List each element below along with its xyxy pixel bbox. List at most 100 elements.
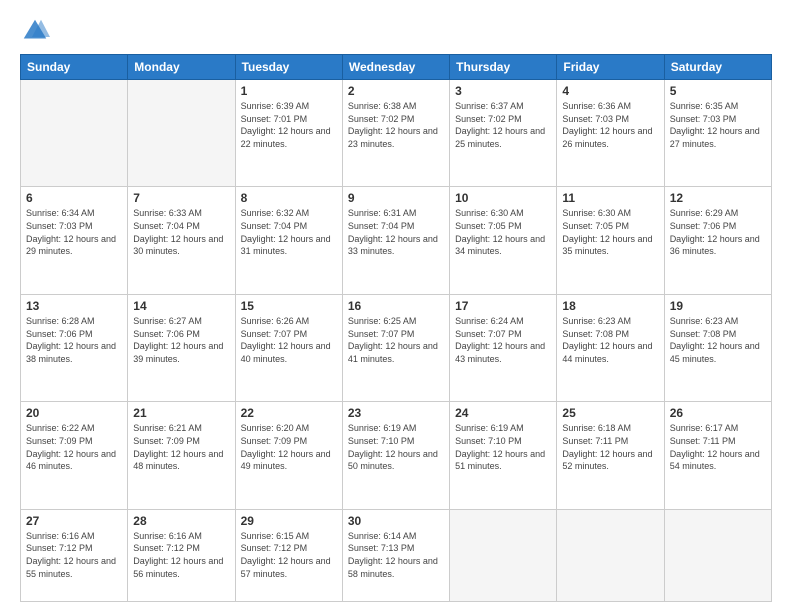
day-info: Sunrise: 6:16 AM Sunset: 7:12 PM Dayligh… [26, 530, 122, 580]
day-number: 6 [26, 191, 122, 205]
sunset-label: Sunset: 7:10 PM [348, 436, 415, 446]
sunrise-label: Sunrise: 6:24 AM [455, 316, 524, 326]
sunset-label: Sunset: 7:06 PM [670, 221, 737, 231]
day-number: 26 [670, 406, 766, 420]
day-number: 11 [562, 191, 658, 205]
sunset-label: Sunset: 7:08 PM [670, 329, 737, 339]
calendar-cell: 24 Sunrise: 6:19 AM Sunset: 7:10 PM Dayl… [450, 402, 557, 509]
daylight-label: Daylight: 12 hours and 23 minutes. [348, 126, 438, 149]
calendar-header-saturday: Saturday [664, 55, 771, 80]
daylight-label: Daylight: 12 hours and 46 minutes. [26, 449, 116, 472]
sunrise-label: Sunrise: 6:19 AM [348, 423, 417, 433]
daylight-label: Daylight: 12 hours and 50 minutes. [348, 449, 438, 472]
logo-icon [20, 16, 50, 46]
calendar-cell: 19 Sunrise: 6:23 AM Sunset: 7:08 PM Dayl… [664, 294, 771, 401]
calendar-cell: 17 Sunrise: 6:24 AM Sunset: 7:07 PM Dayl… [450, 294, 557, 401]
sunset-label: Sunset: 7:04 PM [133, 221, 200, 231]
logo [20, 16, 54, 46]
day-number: 14 [133, 299, 229, 313]
daylight-label: Daylight: 12 hours and 54 minutes. [670, 449, 760, 472]
sunrise-label: Sunrise: 6:36 AM [562, 101, 631, 111]
day-number: 13 [26, 299, 122, 313]
daylight-label: Daylight: 12 hours and 38 minutes. [26, 341, 116, 364]
day-info: Sunrise: 6:37 AM Sunset: 7:02 PM Dayligh… [455, 100, 551, 150]
sunrise-label: Sunrise: 6:35 AM [670, 101, 739, 111]
calendar-cell: 30 Sunrise: 6:14 AM Sunset: 7:13 PM Dayl… [342, 509, 449, 601]
day-number: 1 [241, 84, 337, 98]
daylight-label: Daylight: 12 hours and 30 minutes. [133, 234, 223, 257]
daylight-label: Daylight: 12 hours and 36 minutes. [670, 234, 760, 257]
day-number: 22 [241, 406, 337, 420]
daylight-label: Daylight: 12 hours and 57 minutes. [241, 556, 331, 579]
sunset-label: Sunset: 7:11 PM [670, 436, 736, 446]
sunrise-label: Sunrise: 6:17 AM [670, 423, 739, 433]
calendar-cell [664, 509, 771, 601]
sunset-label: Sunset: 7:12 PM [133, 543, 200, 553]
calendar-cell: 18 Sunrise: 6:23 AM Sunset: 7:08 PM Dayl… [557, 294, 664, 401]
daylight-label: Daylight: 12 hours and 33 minutes. [348, 234, 438, 257]
sunrise-label: Sunrise: 6:21 AM [133, 423, 202, 433]
calendar-cell: 29 Sunrise: 6:15 AM Sunset: 7:12 PM Dayl… [235, 509, 342, 601]
daylight-label: Daylight: 12 hours and 31 minutes. [241, 234, 331, 257]
sunset-label: Sunset: 7:07 PM [241, 329, 308, 339]
sunrise-label: Sunrise: 6:31 AM [348, 208, 417, 218]
daylight-label: Daylight: 12 hours and 49 minutes. [241, 449, 331, 472]
sunrise-label: Sunrise: 6:30 AM [455, 208, 524, 218]
calendar-cell: 16 Sunrise: 6:25 AM Sunset: 7:07 PM Dayl… [342, 294, 449, 401]
sunrise-label: Sunrise: 6:23 AM [562, 316, 631, 326]
sunset-label: Sunset: 7:09 PM [26, 436, 93, 446]
sunrise-label: Sunrise: 6:30 AM [562, 208, 631, 218]
calendar-cell: 21 Sunrise: 6:21 AM Sunset: 7:09 PM Dayl… [128, 402, 235, 509]
daylight-label: Daylight: 12 hours and 22 minutes. [241, 126, 331, 149]
day-number: 4 [562, 84, 658, 98]
day-number: 2 [348, 84, 444, 98]
calendar-cell: 25 Sunrise: 6:18 AM Sunset: 7:11 PM Dayl… [557, 402, 664, 509]
daylight-label: Daylight: 12 hours and 45 minutes. [670, 341, 760, 364]
day-number: 17 [455, 299, 551, 313]
daylight-label: Daylight: 12 hours and 29 minutes. [26, 234, 116, 257]
sunset-label: Sunset: 7:04 PM [348, 221, 415, 231]
day-number: 12 [670, 191, 766, 205]
sunrise-label: Sunrise: 6:22 AM [26, 423, 95, 433]
calendar-cell: 7 Sunrise: 6:33 AM Sunset: 7:04 PM Dayli… [128, 187, 235, 294]
day-info: Sunrise: 6:33 AM Sunset: 7:04 PM Dayligh… [133, 207, 229, 257]
daylight-label: Daylight: 12 hours and 35 minutes. [562, 234, 652, 257]
sunrise-label: Sunrise: 6:15 AM [241, 531, 310, 541]
calendar-cell: 3 Sunrise: 6:37 AM Sunset: 7:02 PM Dayli… [450, 80, 557, 187]
sunset-label: Sunset: 7:08 PM [562, 329, 629, 339]
day-info: Sunrise: 6:38 AM Sunset: 7:02 PM Dayligh… [348, 100, 444, 150]
day-info: Sunrise: 6:23 AM Sunset: 7:08 PM Dayligh… [562, 315, 658, 365]
daylight-label: Daylight: 12 hours and 48 minutes. [133, 449, 223, 472]
calendar-header-friday: Friday [557, 55, 664, 80]
day-info: Sunrise: 6:28 AM Sunset: 7:06 PM Dayligh… [26, 315, 122, 365]
sunrise-label: Sunrise: 6:39 AM [241, 101, 310, 111]
day-info: Sunrise: 6:18 AM Sunset: 7:11 PM Dayligh… [562, 422, 658, 472]
sunset-label: Sunset: 7:02 PM [455, 114, 522, 124]
sunset-label: Sunset: 7:04 PM [241, 221, 308, 231]
daylight-label: Daylight: 12 hours and 27 minutes. [670, 126, 760, 149]
daylight-label: Daylight: 12 hours and 56 minutes. [133, 556, 223, 579]
calendar-header-tuesday: Tuesday [235, 55, 342, 80]
daylight-label: Daylight: 12 hours and 55 minutes. [26, 556, 116, 579]
day-number: 23 [348, 406, 444, 420]
sunset-label: Sunset: 7:07 PM [455, 329, 522, 339]
sunrise-label: Sunrise: 6:34 AM [26, 208, 95, 218]
sunrise-label: Sunrise: 6:16 AM [26, 531, 95, 541]
day-info: Sunrise: 6:25 AM Sunset: 7:07 PM Dayligh… [348, 315, 444, 365]
day-number: 19 [670, 299, 766, 313]
sunrise-label: Sunrise: 6:27 AM [133, 316, 202, 326]
sunrise-label: Sunrise: 6:37 AM [455, 101, 524, 111]
day-info: Sunrise: 6:16 AM Sunset: 7:12 PM Dayligh… [133, 530, 229, 580]
sunrise-label: Sunrise: 6:38 AM [348, 101, 417, 111]
day-info: Sunrise: 6:30 AM Sunset: 7:05 PM Dayligh… [562, 207, 658, 257]
sunset-label: Sunset: 7:05 PM [455, 221, 522, 231]
calendar-cell: 10 Sunrise: 6:30 AM Sunset: 7:05 PM Dayl… [450, 187, 557, 294]
calendar-cell [21, 80, 128, 187]
sunrise-label: Sunrise: 6:23 AM [670, 316, 739, 326]
day-number: 18 [562, 299, 658, 313]
day-info: Sunrise: 6:31 AM Sunset: 7:04 PM Dayligh… [348, 207, 444, 257]
daylight-label: Daylight: 12 hours and 44 minutes. [562, 341, 652, 364]
daylight-label: Daylight: 12 hours and 25 minutes. [455, 126, 545, 149]
day-number: 21 [133, 406, 229, 420]
day-info: Sunrise: 6:22 AM Sunset: 7:09 PM Dayligh… [26, 422, 122, 472]
